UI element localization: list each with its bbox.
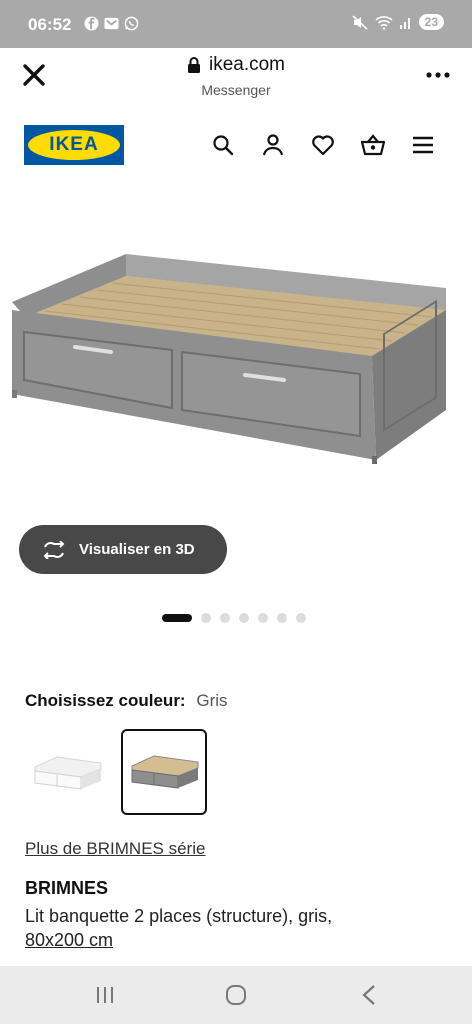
back-icon[interactable] xyxy=(354,982,384,1008)
status-time: 06:52 xyxy=(28,15,72,34)
rotate-3d-icon xyxy=(43,540,65,559)
series-link[interactable]: Plus de BRIMNES série xyxy=(25,839,205,859)
status-notification-icons xyxy=(84,16,139,31)
product-image[interactable] xyxy=(0,184,472,514)
home-icon[interactable] xyxy=(221,982,251,1008)
product-description-text: Lit banquette 2 places (structure), gris… xyxy=(25,906,333,926)
color-selector-label: Choisissez couleur: Gris xyxy=(25,691,228,711)
carousel-dot[interactable] xyxy=(220,613,230,623)
hamburger-menu-icon[interactable] xyxy=(410,132,436,158)
header-icons xyxy=(210,132,436,158)
carousel-dot[interactable] xyxy=(239,613,249,623)
carousel-dot-active[interactable] xyxy=(162,614,192,622)
carousel-dot[interactable] xyxy=(277,613,287,623)
visualize-3d-button[interactable]: Visualiser en 3D xyxy=(19,525,227,574)
more-vertical-dots-icon[interactable] xyxy=(426,66,450,84)
carousel-dot[interactable] xyxy=(258,613,268,623)
url-text: ikea.com xyxy=(208,54,286,75)
color-option-grey[interactable] xyxy=(121,729,207,815)
facebook-icon xyxy=(84,16,99,31)
whatsapp-icon xyxy=(124,16,139,31)
user-icon[interactable] xyxy=(260,132,286,158)
gmail-icon xyxy=(104,17,119,30)
basket-icon[interactable] xyxy=(360,132,386,158)
recent-apps-icon[interactable] xyxy=(90,982,120,1008)
search-icon[interactable] xyxy=(210,132,236,158)
product-size-link[interactable]: 80x200 cm xyxy=(25,930,113,950)
wifi-icon xyxy=(375,15,393,30)
signal-icon xyxy=(399,17,410,29)
heart-icon[interactable] xyxy=(310,132,336,158)
lock-icon xyxy=(187,57,200,73)
system-nav-bar xyxy=(0,966,472,1024)
color-label-title: Choisissez couleur: xyxy=(25,691,186,710)
site-header: IKEA xyxy=(0,106,472,184)
status-system-icons: 23 xyxy=(352,14,444,30)
url-subtitle: Messenger xyxy=(201,82,271,98)
color-option-white[interactable] xyxy=(24,730,110,816)
battery-level: 23 xyxy=(418,14,444,30)
ikea-logo[interactable]: IKEA xyxy=(24,125,124,165)
status-bar: 06:52 23 xyxy=(0,0,472,48)
carousel-dot[interactable] xyxy=(201,613,211,623)
product-name: BRIMNES xyxy=(25,878,109,898)
visualize-3d-label: Visualiser en 3D xyxy=(79,541,195,558)
color-label-value: Gris xyxy=(196,691,228,710)
carousel-dots xyxy=(162,613,306,623)
carousel-dot[interactable] xyxy=(296,613,306,623)
product-description: Lit banquette 2 places (structure), gris… xyxy=(25,904,445,952)
browser-bar: ikea.com Messenger xyxy=(0,48,472,106)
logo-text: IKEA xyxy=(49,134,99,155)
url-display[interactable]: ikea.com Messenger xyxy=(0,54,472,98)
mute-icon xyxy=(352,14,368,30)
